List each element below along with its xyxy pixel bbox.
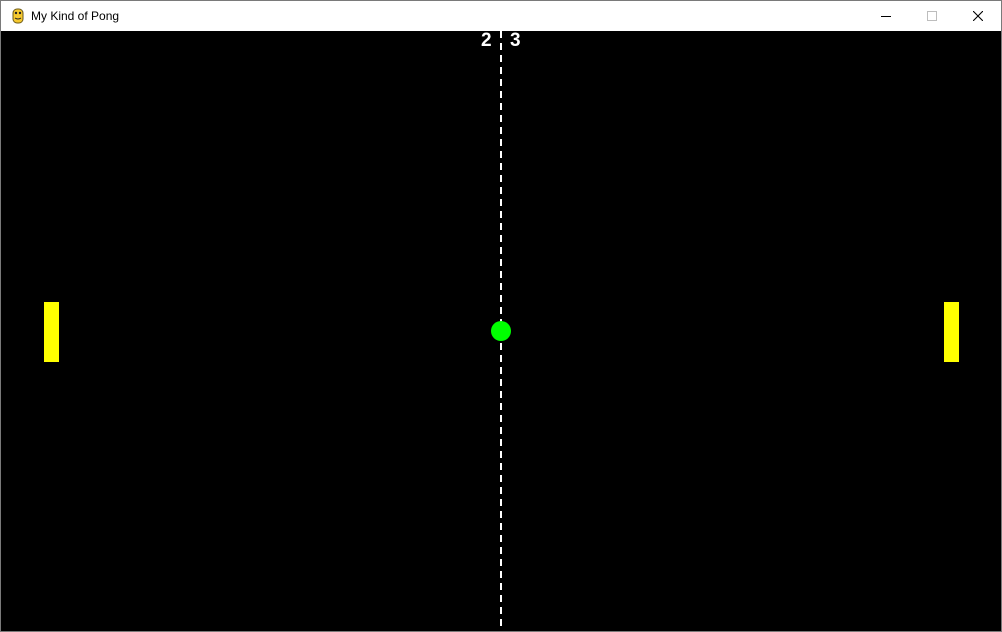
minimize-button[interactable] xyxy=(863,1,909,31)
left-player-score: 2 xyxy=(481,31,492,51)
close-icon xyxy=(973,11,983,21)
maximize-button[interactable] xyxy=(909,1,955,31)
right-paddle xyxy=(944,302,959,362)
ball xyxy=(491,321,511,341)
game-canvas[interactable]: 2 3 xyxy=(1,31,1001,631)
right-player-score: 3 xyxy=(510,31,521,51)
python-snake-icon xyxy=(10,8,26,24)
close-button[interactable] xyxy=(955,1,1001,31)
game-window: My Kind of Pong 2 3 xyxy=(0,0,1002,632)
left-paddle xyxy=(44,302,59,362)
title-bar[interactable]: My Kind of Pong xyxy=(1,1,1001,31)
window-title: My Kind of Pong xyxy=(31,9,120,23)
minimize-icon xyxy=(881,16,891,17)
maximize-icon xyxy=(927,11,937,21)
